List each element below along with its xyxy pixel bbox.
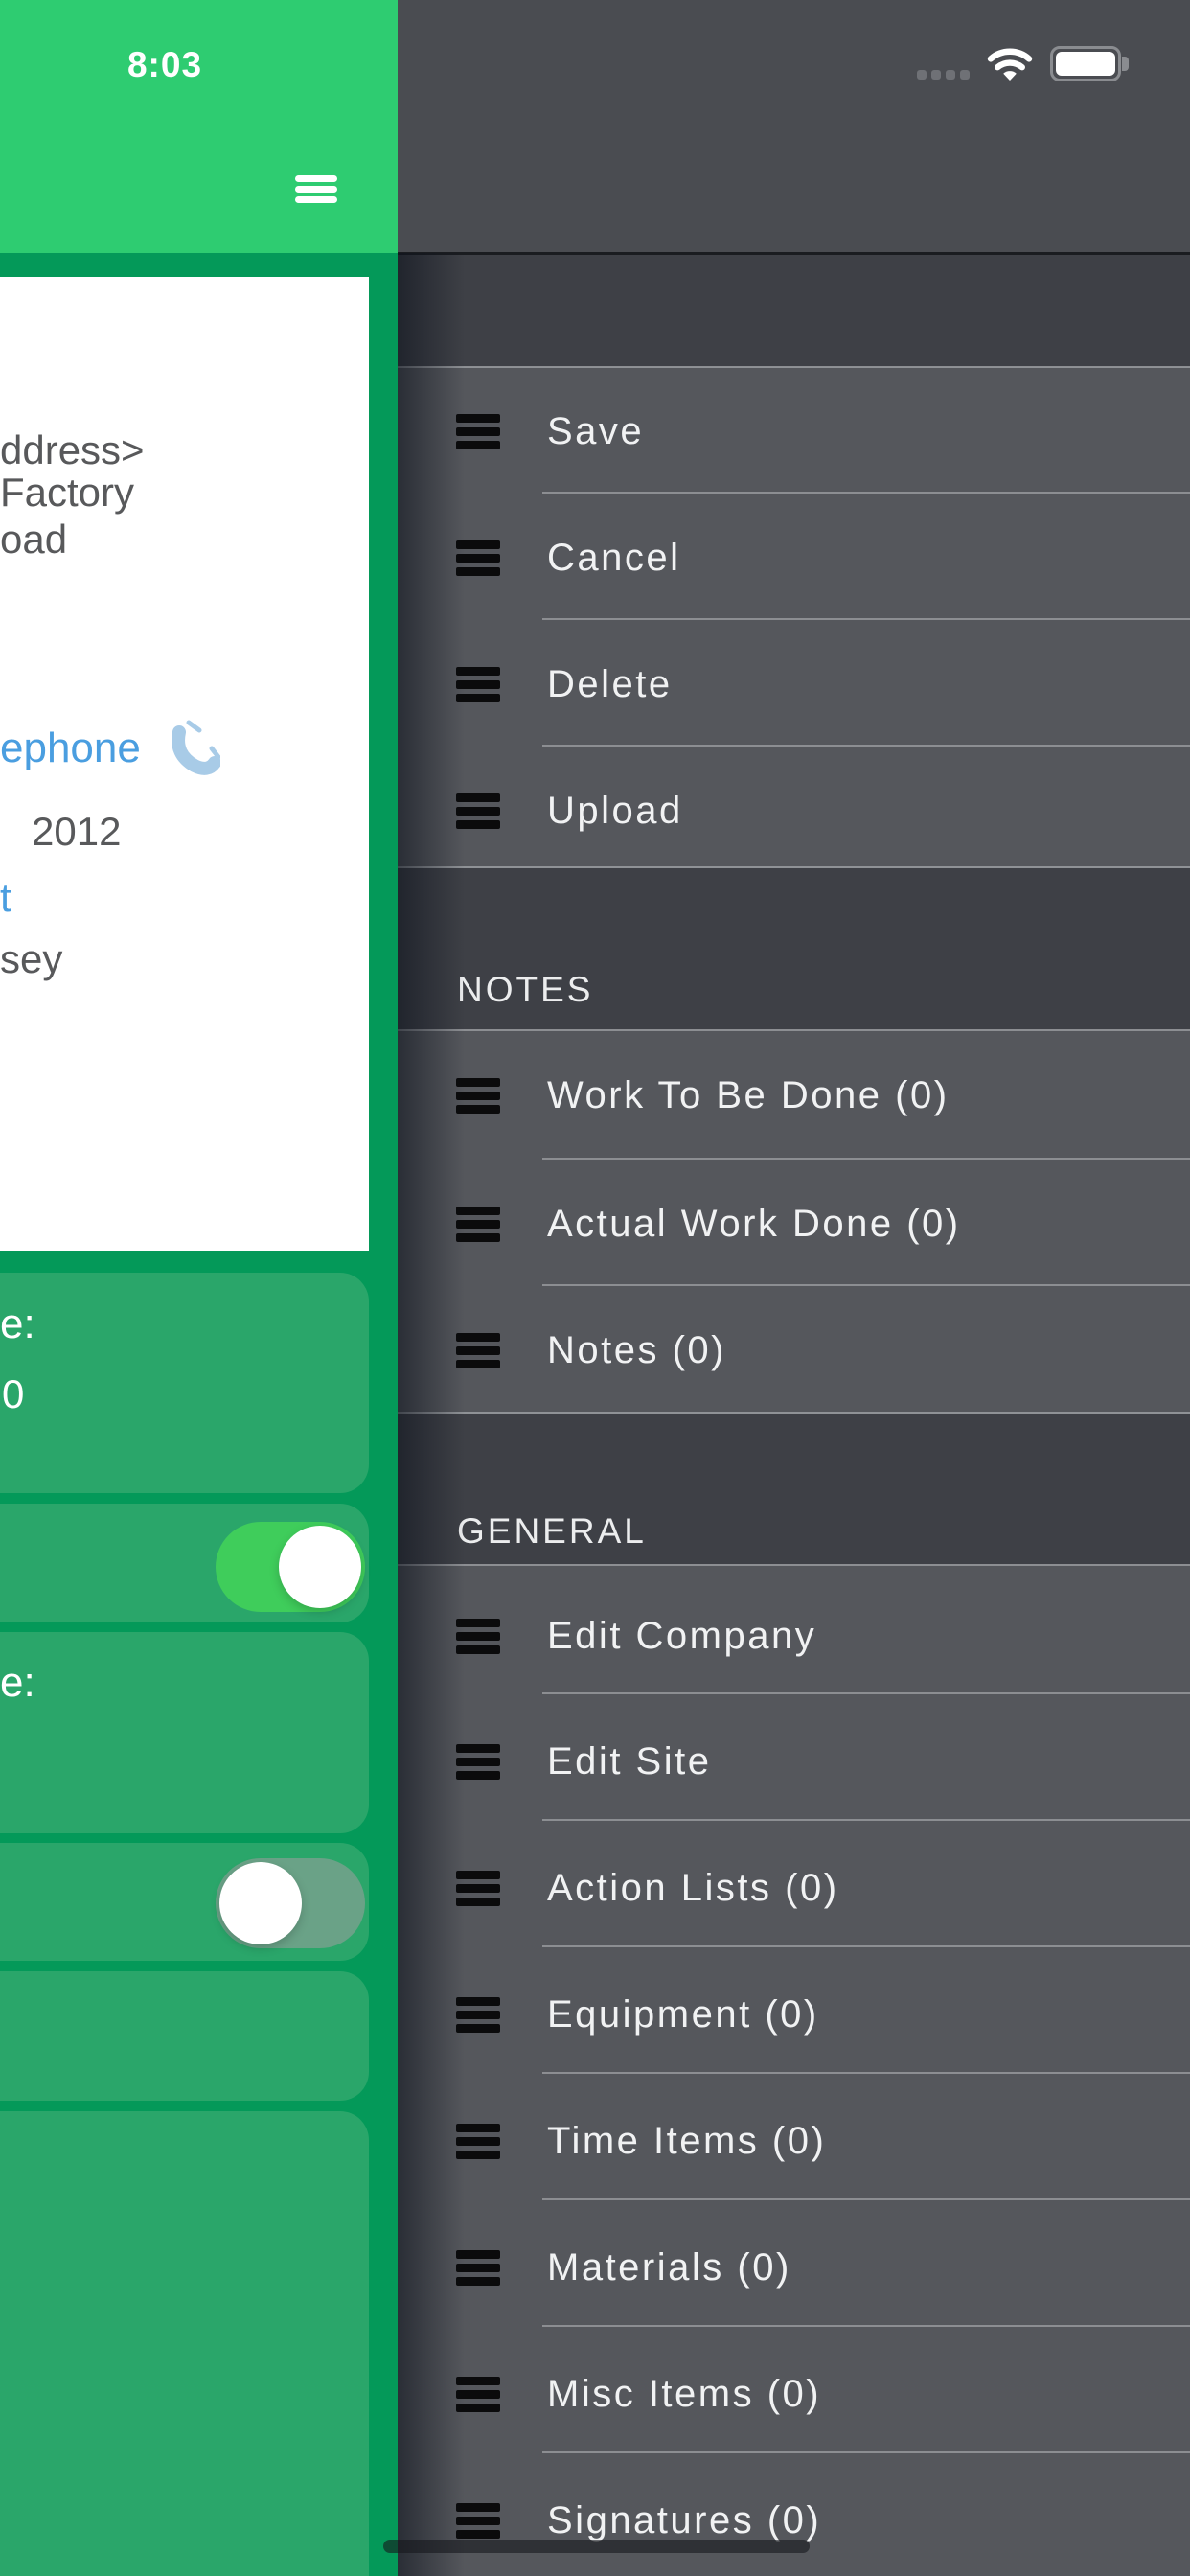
- menu-rows-icon: [456, 666, 500, 702]
- separator: [398, 366, 1190, 368]
- card-label: e:: [0, 1659, 35, 1706]
- toggle-switch-on[interactable]: [216, 1522, 365, 1612]
- battery-nub-icon: [1122, 57, 1129, 71]
- drawer-item-delete[interactable]: Delete: [398, 646, 1190, 723]
- battery-icon: [1050, 46, 1121, 81]
- date-fragment: 2012: [32, 809, 122, 854]
- drawer-item-action-lists[interactable]: Action Lists (0): [398, 1850, 1190, 1926]
- drawer-item-label: Notes (0): [547, 1328, 726, 1371]
- menu-rows-icon: [456, 1332, 500, 1368]
- drawer-item-label: Work To Be Done (0): [547, 1073, 950, 1116]
- drawer-item-save[interactable]: Save: [398, 393, 1190, 470]
- separator: [542, 2198, 1190, 2200]
- phone-icon: [172, 720, 220, 775]
- separator: [398, 1564, 1190, 1566]
- site-detail-card: ddress> Factory oad ephone 2012 t sey: [0, 277, 369, 1251]
- drawer-item-label: Misc Items (0): [547, 2372, 822, 2415]
- menu-rows-icon: [456, 1743, 500, 1780]
- card-value: 0: [2, 1371, 25, 1416]
- separator: [542, 1284, 1190, 1286]
- drawer-item-label: Action Lists (0): [547, 1866, 839, 1909]
- drawer-item-cancel[interactable]: Cancel: [398, 519, 1190, 596]
- info-card-tall: [0, 2111, 369, 2576]
- info-card-date: e: 0: [0, 1273, 369, 1493]
- drawer-item-label: Delete: [547, 662, 673, 705]
- drawer-item-label: Actual Work Done (0): [547, 1202, 961, 1245]
- drawer-item-work-to-be-done[interactable]: Work To Be Done (0): [398, 1057, 1190, 1134]
- drawer-item-time-items[interactable]: Time Items (0): [398, 2103, 1190, 2179]
- drawer-item-label: Edit Company: [547, 1614, 817, 1657]
- drawer-item-label: Upload: [547, 789, 683, 832]
- app-navbar: 8:03: [0, 0, 398, 253]
- cellular-signal-icon: [917, 70, 970, 80]
- separator: [542, 618, 1190, 620]
- drawer-item-label: Signatures (0): [547, 2498, 822, 2542]
- drawer-item-label: Materials (0): [547, 2245, 791, 2288]
- menu-rows-icon: [456, 2376, 500, 2412]
- toggle-switch-off[interactable]: [216, 1858, 365, 1948]
- drawer-item-materials[interactable]: Materials (0): [398, 2229, 1190, 2306]
- separator: [542, 1819, 1190, 1821]
- menu-rows-icon: [456, 1618, 500, 1654]
- separator: [398, 866, 1190, 868]
- separator: [542, 492, 1190, 494]
- status-time: 8:03: [126, 45, 203, 84]
- separator: [542, 2451, 1190, 2453]
- drawer-item-notes[interactable]: Notes (0): [398, 1312, 1190, 1389]
- info-card-empty: [0, 1971, 369, 2101]
- drawer-item-misc-items[interactable]: Misc Items (0): [398, 2356, 1190, 2432]
- menu-rows-icon: [456, 413, 500, 449]
- screen: 8:03 ddress> Factory oad ephone 2012 t s…: [0, 0, 1190, 2576]
- region-fragment: sey: [0, 936, 63, 981]
- drawer-item-label: Cancel: [547, 536, 681, 579]
- section-header-notes: NOTES: [457, 970, 594, 1009]
- drawer-item-edit-company[interactable]: Edit Company: [398, 1598, 1190, 1674]
- hamburger-menu-icon[interactable]: [295, 175, 337, 203]
- separator: [542, 1692, 1190, 1694]
- home-indicator[interactable]: [383, 2540, 810, 2553]
- menu-rows-icon: [456, 1870, 500, 1906]
- toggle-knob: [219, 1862, 302, 1944]
- address-fragment-2: Factory: [0, 470, 135, 515]
- menu-rows-icon: [456, 540, 500, 576]
- telephone-link[interactable]: ephone: [0, 725, 141, 771]
- drawer-item-label: Save: [547, 409, 645, 452]
- drawer-item-label: Time Items (0): [547, 2119, 827, 2162]
- separator: [542, 1158, 1190, 1160]
- separator: [542, 2072, 1190, 2074]
- menu-rows-icon: [456, 1077, 500, 1114]
- menu-rows-icon: [456, 1996, 500, 2033]
- menu-rows-icon: [456, 2502, 500, 2539]
- address-fragment-1: ddress>: [0, 427, 145, 472]
- link-fragment[interactable]: t: [0, 875, 11, 921]
- separator: [398, 1412, 1190, 1414]
- section-header-general: GENERAL: [457, 1511, 647, 1551]
- drawer-item-upload[interactable]: Upload: [398, 772, 1190, 849]
- menu-rows-icon: [456, 793, 500, 829]
- separator: [542, 2325, 1190, 2327]
- drawer-header-band: [398, 255, 1190, 367]
- drawer-item-actual-work-done[interactable]: Actual Work Done (0): [398, 1185, 1190, 1262]
- toggle-knob: [279, 1526, 361, 1608]
- wifi-icon: [987, 48, 1033, 80]
- card-label: e:: [0, 1300, 35, 1347]
- app-background: 8:03 ddress> Factory oad ephone 2012 t s…: [0, 0, 398, 2576]
- drawer-item-label: Edit Site: [547, 1739, 712, 1782]
- info-card-toggle-on: [0, 1504, 369, 1622]
- address-fragment-3: oad: [0, 517, 68, 562]
- side-drawer: Save Cancel Delete Upload NOTES Work To …: [398, 0, 1190, 2576]
- drawer-item-label: Equipment (0): [547, 1992, 819, 2036]
- separator: [398, 1029, 1190, 1031]
- navbar-shadow: [398, 252, 1190, 255]
- info-card-toggle-off: [0, 1843, 369, 1961]
- drawer-item-edit-site[interactable]: Edit Site: [398, 1723, 1190, 1800]
- menu-rows-icon: [456, 2123, 500, 2159]
- menu-rows-icon: [456, 2249, 500, 2286]
- separator: [542, 1945, 1190, 1947]
- info-card-label: e:: [0, 1632, 369, 1833]
- menu-rows-icon: [456, 1206, 500, 1242]
- separator: [542, 745, 1190, 747]
- drawer-item-equipment[interactable]: Equipment (0): [398, 1976, 1190, 2053]
